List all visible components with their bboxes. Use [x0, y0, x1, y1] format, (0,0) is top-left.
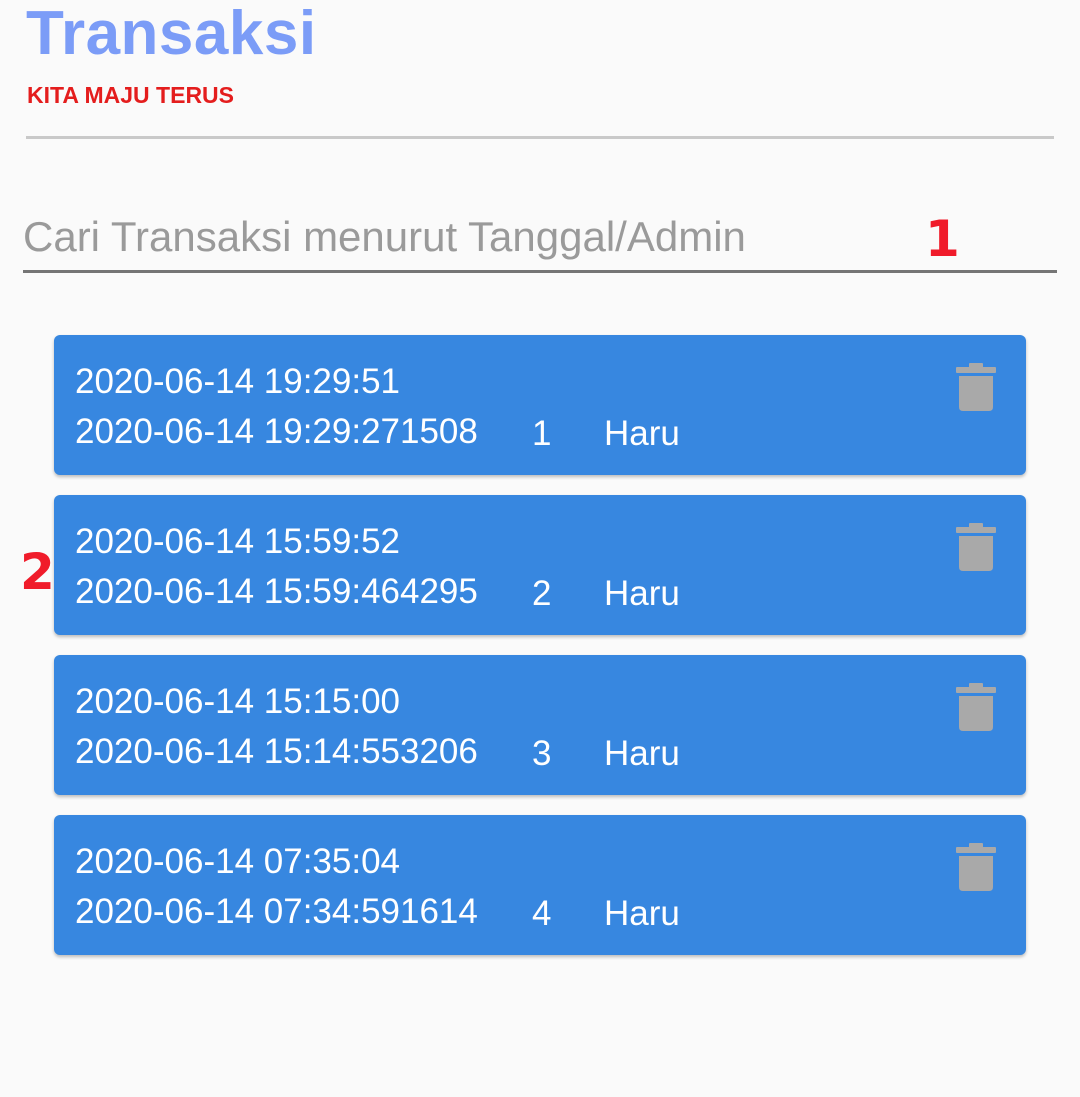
transaction-card[interactable]: 2020-06-14 15:15:00 2020-06-14 15:14:553…: [54, 655, 1026, 795]
trash-icon[interactable]: [956, 363, 996, 411]
transaction-code: 2020-06-14 15:59:464295: [75, 572, 478, 611]
transaction-datetime: 2020-06-14 15:59:52: [75, 522, 400, 561]
transaction-datetime: 2020-06-14 19:29:51: [75, 362, 400, 401]
transaction-admin: Haru: [604, 894, 680, 933]
transaction-admin: Haru: [604, 734, 680, 773]
transaction-number: 2: [532, 574, 552, 613]
page-title: Transaksi: [26, 0, 317, 68]
annotation-marker-2: 2: [20, 543, 55, 601]
transaction-page: Transaksi KITA MAJU TERUS 1 2 2020-06-14…: [0, 0, 1080, 1097]
transaction-number: 3: [532, 734, 552, 773]
search-field[interactable]: [23, 205, 1057, 273]
header-divider: [26, 136, 1054, 139]
trash-icon[interactable]: [956, 683, 996, 731]
transaction-admin: Haru: [604, 414, 680, 453]
trash-icon[interactable]: [956, 523, 996, 571]
transaction-card[interactable]: 2020-06-14 15:59:52 2020-06-14 15:59:464…: [54, 495, 1026, 635]
transaction-card[interactable]: 2020-06-14 07:35:04 2020-06-14 07:34:591…: [54, 815, 1026, 955]
transaction-number: 1: [532, 414, 552, 453]
transaction-card[interactable]: 2020-06-14 19:29:51 2020-06-14 19:29:271…: [54, 335, 1026, 475]
page-subtitle: KITA MAJU TERUS: [27, 82, 234, 108]
transaction-code: 2020-06-14 19:29:271508: [75, 412, 478, 451]
transaction-list: 2020-06-14 19:29:51 2020-06-14 19:29:271…: [54, 335, 1026, 975]
transaction-code: 2020-06-14 15:14:553206: [75, 732, 478, 771]
transaction-datetime: 2020-06-14 15:15:00: [75, 682, 400, 721]
trash-icon[interactable]: [956, 843, 996, 891]
transaction-admin: Haru: [604, 574, 680, 613]
search-input[interactable]: [23, 209, 903, 265]
annotation-marker-1: 1: [925, 210, 960, 268]
transaction-code: 2020-06-14 07:34:591614: [75, 892, 478, 931]
transaction-datetime: 2020-06-14 07:35:04: [75, 842, 400, 881]
transaction-number: 4: [532, 894, 552, 933]
